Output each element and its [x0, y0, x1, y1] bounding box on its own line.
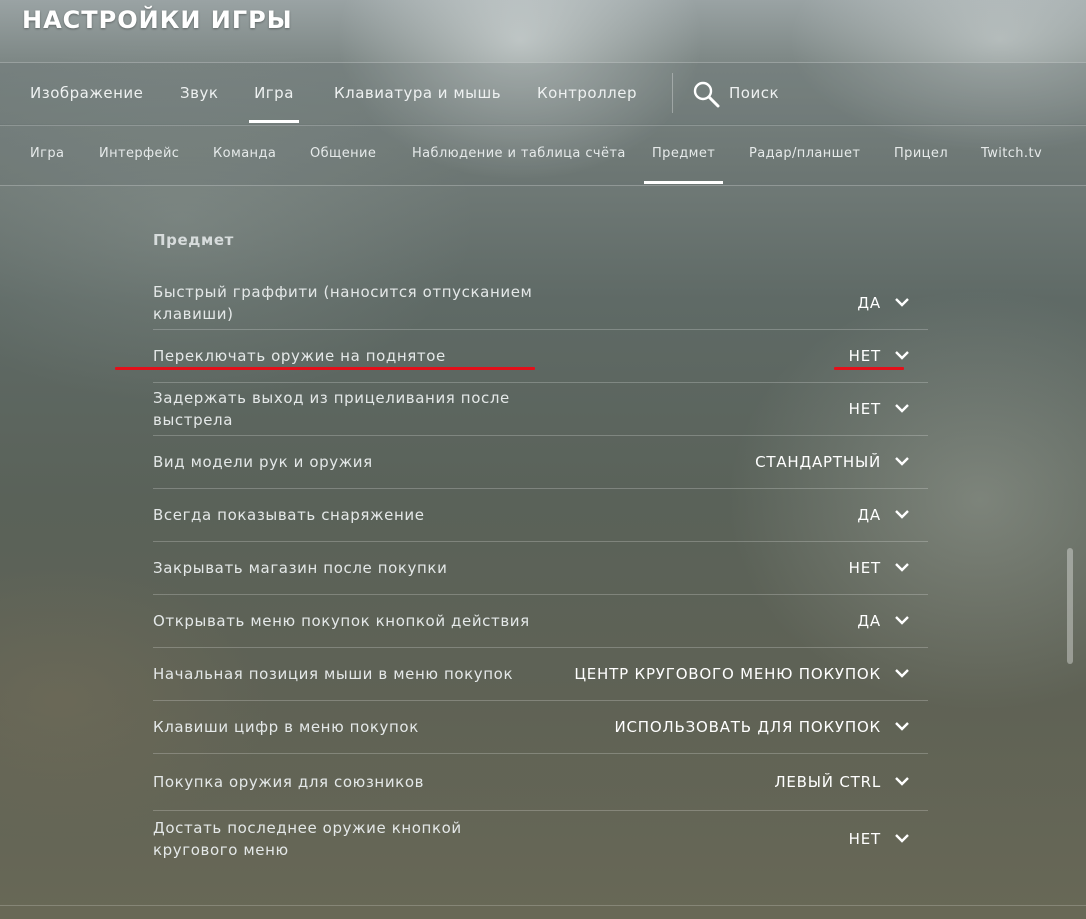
subtab-communication[interactable]: Общение — [310, 124, 376, 184]
main-tab-bar: Изображение Звук Игра Клавиатура и мышь … — [0, 62, 1086, 126]
setting-value[interactable]: НЕТ — [849, 559, 881, 577]
setting-label: Переключать оружие на поднятое — [153, 347, 446, 365]
setting-row-buy-for-teammates[interactable]: Покупка оружия для союзников ЛЕВЫЙ CTRL — [153, 754, 928, 811]
setting-row-show-equipment[interactable]: Всегда показывать снаряжение ДА — [153, 489, 928, 542]
setting-label: Клавиши цифр в меню покупок — [153, 718, 419, 736]
setting-row-viewmodel[interactable]: Вид модели рук и оружия СТАНДАРТНЫЙ — [153, 436, 928, 489]
setting-value[interactable]: НЕТ — [849, 830, 881, 848]
setting-row-switch-to-pickup[interactable]: Переключать оружие на поднятое НЕТ — [153, 330, 928, 383]
chevron-down-icon[interactable] — [894, 668, 910, 678]
divider — [0, 905, 1086, 906]
setting-value[interactable]: ЦЕНТР КРУГОВОГО МЕНЮ ПОКУПОК — [574, 665, 881, 683]
setting-row-buymenu-use-key[interactable]: Открывать меню покупок кнопкой действия … — [153, 595, 928, 648]
chevron-down-icon[interactable] — [894, 776, 910, 786]
setting-value[interactable]: СТАНДАРТНЫЙ — [755, 453, 881, 471]
subtab-item[interactable]: Предмет — [643, 124, 724, 184]
chevron-down-icon[interactable] — [894, 456, 910, 466]
setting-label: Всегда показывать снаряжение — [153, 506, 425, 524]
setting-value[interactable]: НЕТ — [849, 347, 881, 365]
chevron-down-icon[interactable] — [894, 403, 910, 413]
subtab-crosshair[interactable]: Прицел — [894, 124, 948, 184]
setting-label: Задержать выход из прицеливания после вы… — [153, 389, 510, 429]
chevron-down-icon[interactable] — [894, 721, 910, 731]
tab-image[interactable]: Изображение — [30, 63, 143, 123]
tab-sound[interactable]: Звук — [180, 63, 218, 123]
setting-row-delay-unzoom[interactable]: Задержать выход из прицеливания после вы… — [153, 383, 928, 436]
settings-list: Быстрый граффити (наносится отпусканием … — [153, 276, 928, 867]
scrollbar[interactable] — [1067, 548, 1073, 664]
tab-controller[interactable]: Контроллер — [537, 63, 637, 123]
setting-row-last-weapon-radial[interactable]: Достать последнее оружие кнопкой кругово… — [153, 811, 928, 867]
search-icon — [693, 81, 720, 108]
setting-label: Достать последнее оружие кнопкой кругово… — [153, 819, 462, 859]
setting-value[interactable]: ДА — [857, 294, 881, 312]
subtab-radar[interactable]: Радар/планшет — [749, 124, 860, 184]
setting-value[interactable]: НЕТ — [849, 400, 881, 418]
setting-label: Закрывать магазин после покупки — [153, 559, 448, 577]
setting-value[interactable]: ИСПОЛЬЗОВАТЬ ДЛЯ ПОКУПОК — [614, 718, 881, 736]
setting-label: Открывать меню покупок кнопкой действия — [153, 612, 530, 630]
chevron-down-icon[interactable] — [894, 615, 910, 625]
subtab-interface[interactable]: Интерфейс — [99, 124, 179, 184]
annotation-underline-label — [115, 367, 535, 370]
chevron-down-icon[interactable] — [894, 297, 910, 307]
tab-game[interactable]: Игра — [249, 63, 299, 123]
chevron-down-icon[interactable] — [894, 562, 910, 572]
setting-label: Вид модели рук и оружия — [153, 453, 373, 471]
subtab-team[interactable]: Команда — [213, 124, 276, 184]
subtab-game[interactable]: Игра — [30, 124, 64, 184]
search-label: Поиск — [729, 84, 780, 102]
subtab-twitch[interactable]: Twitch.tv — [981, 124, 1042, 184]
setting-row-buymenu-number-keys[interactable]: Клавиши цифр в меню покупок ИСПОЛЬЗОВАТЬ… — [153, 701, 928, 754]
setting-value[interactable]: ДА — [857, 612, 881, 630]
setting-label: Быстрый граффити (наносится отпусканием … — [153, 282, 533, 323]
setting-row-quick-graffiti[interactable]: Быстрый граффити (наносится отпусканием … — [153, 276, 928, 330]
tab-keyboard-mouse[interactable]: Клавиатура и мышь — [334, 63, 501, 123]
search-button[interactable]: Поиск — [692, 63, 802, 123]
chevron-down-icon[interactable] — [894, 509, 910, 519]
setting-value[interactable]: ЛЕВЫЙ CTRL — [774, 773, 881, 791]
setting-row-close-buymenu[interactable]: Закрывать магазин после покупки НЕТ — [153, 542, 928, 595]
sub-tab-bar: Игра Интерфейс Команда Общение Наблюдени… — [0, 124, 1086, 186]
subtab-spectator-scoreboard[interactable]: Наблюдение и таблица счёта — [412, 124, 626, 184]
setting-label: Начальная позиция мыши в меню покупок — [153, 665, 514, 683]
chevron-down-icon[interactable] — [894, 833, 910, 843]
chevron-down-icon[interactable] — [894, 350, 910, 360]
annotation-underline-value — [834, 367, 904, 370]
setting-label: Покупка оружия для союзников — [153, 773, 425, 791]
tab-divider — [672, 73, 673, 113]
setting-value[interactable]: ДА — [857, 506, 881, 524]
setting-row-buymenu-mouse-pos[interactable]: Начальная позиция мыши в меню покупок ЦЕ… — [153, 648, 928, 701]
section-title: Предмет — [153, 231, 234, 249]
page-title: НАСТРОЙКИ ИГРЫ — [22, 6, 293, 34]
